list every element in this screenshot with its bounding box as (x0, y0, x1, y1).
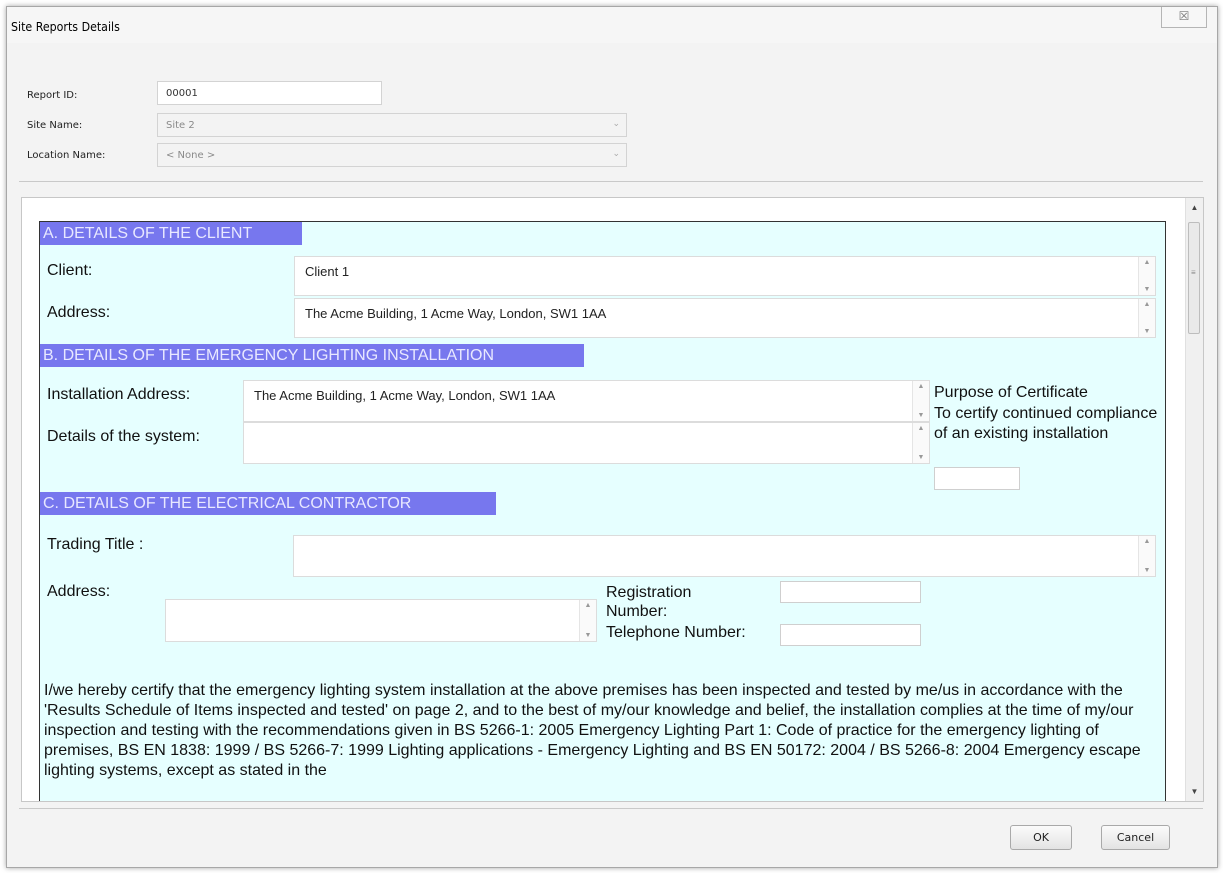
site-reports-dialog: Site Reports Details ☒ Report ID: 00001 … (6, 6, 1218, 868)
section-a-heading: A. DETAILS OF THE CLIENT (40, 222, 302, 245)
trading-title-input[interactable]: ▲ ▼ (293, 535, 1156, 577)
trading-title-label: Trading Title : (47, 536, 144, 553)
client-value: Client 1 (305, 264, 350, 279)
client-address-input[interactable]: The Acme Building, 1 Acme Way, London, S… (294, 298, 1156, 338)
scroll-up-icon[interactable]: ▲ (1186, 203, 1203, 212)
contractor-address-scrollbar[interactable]: ▲ ▼ (579, 600, 596, 641)
site-name-select[interactable]: Site 2 ⌄ (157, 113, 627, 137)
contractor-address-label: Address: (47, 583, 111, 600)
contractor-address-input[interactable]: ▲ ▼ (165, 599, 597, 642)
form-vertical-scrollbar[interactable]: ▲ ≡ ▼ (1185, 198, 1203, 801)
trading-title-scrollbar[interactable]: ▲ ▼ (1138, 536, 1155, 576)
scroll-down-icon[interactable]: ▼ (913, 454, 929, 461)
chevron-down-icon: ⌄ (612, 149, 620, 159)
header-divider (19, 181, 1203, 182)
dialog-title: Site Reports Details (11, 20, 120, 34)
system-details-scrollbar[interactable]: ▲ ▼ (912, 423, 929, 463)
scroll-up-icon[interactable]: ▲ (913, 383, 929, 390)
telephone-number-input[interactable] (780, 624, 921, 646)
close-icon: ☒ (1178, 9, 1190, 23)
installation-address-value: The Acme Building, 1 Acme Way, London, S… (254, 388, 556, 403)
client-label: Client: (47, 262, 93, 279)
site-name-label: Site Name: (27, 120, 83, 131)
installation-address-scrollbar[interactable]: ▲ ▼ (912, 381, 929, 421)
scroll-down-icon[interactable]: ▼ (913, 412, 929, 419)
scroll-up-icon[interactable]: ▲ (913, 425, 929, 432)
section-b-heading: B. DETAILS OF THE EMERGENCY LIGHTING INS… (40, 344, 584, 367)
scroll-up-icon[interactable]: ▲ (580, 602, 596, 609)
footer-divider (19, 808, 1203, 809)
report-id-value: 00001 (166, 88, 198, 99)
location-name-value: < None > (166, 150, 216, 161)
site-name-value: Site 2 (166, 120, 195, 131)
report-form: A. DETAILS OF THE CLIENT Client: Client … (39, 221, 1166, 801)
telephone-number-label: Telephone Number: (606, 624, 746, 641)
system-details-label: Details of the system: (47, 428, 200, 445)
report-form-viewport[interactable]: A. DETAILS OF THE CLIENT Client: Client … (21, 197, 1204, 802)
section-c-heading: C. DETAILS OF THE ELECTRICAL CONTRACTOR (40, 492, 496, 515)
scroll-up-icon[interactable]: ▲ (1139, 538, 1155, 545)
system-details-input[interactable]: ▲ ▼ (243, 422, 930, 464)
client-address-scrollbar[interactable]: ▲ ▼ (1138, 299, 1155, 337)
scroll-down-icon[interactable]: ▼ (1139, 328, 1155, 335)
purpose-input[interactable] (934, 467, 1020, 490)
cancel-button[interactable]: Cancel (1101, 825, 1170, 850)
certification-text: I/we hereby certify that the emergency l… (44, 682, 1141, 779)
installation-address-input[interactable]: The Acme Building, 1 Acme Way, London, S… (243, 380, 930, 422)
client-scrollbar[interactable]: ▲ ▼ (1138, 257, 1155, 295)
title-bar: Site Reports Details ☒ (7, 7, 1217, 43)
client-address-value: The Acme Building, 1 Acme Way, London, S… (305, 306, 607, 321)
location-name-label: Location Name: (27, 150, 106, 161)
close-button[interactable]: ☒ (1161, 7, 1207, 28)
scroll-down-icon[interactable]: ▼ (1139, 286, 1155, 293)
installation-address-label: Installation Address: (47, 386, 191, 403)
scroll-down-icon[interactable]: ▼ (1186, 787, 1203, 796)
client-address-label: Address: (47, 304, 111, 321)
ok-button[interactable]: OK (1010, 825, 1072, 850)
scroll-up-icon[interactable]: ▲ (1139, 259, 1155, 266)
chevron-down-icon: ⌄ (612, 119, 620, 129)
purpose-text: To certify continued compliance of an ex… (934, 405, 1158, 442)
grip-icon: ≡ (1191, 268, 1196, 277)
report-id-label: Report ID: (27, 90, 78, 101)
report-id-field[interactable]: 00001 (157, 81, 382, 105)
location-name-select[interactable]: < None > ⌄ (157, 143, 627, 167)
registration-number-input[interactable] (780, 581, 921, 603)
scroll-down-icon[interactable]: ▼ (580, 632, 596, 639)
registration-number-label: Registration Number: (606, 584, 692, 620)
scroll-down-icon[interactable]: ▼ (1139, 567, 1155, 574)
client-input[interactable]: Client 1 ▲ ▼ (294, 256, 1156, 296)
scrollbar-thumb[interactable]: ≡ (1188, 222, 1200, 334)
scroll-up-icon[interactable]: ▲ (1139, 301, 1155, 308)
purpose-title: Purpose of Certificate (934, 384, 1088, 401)
